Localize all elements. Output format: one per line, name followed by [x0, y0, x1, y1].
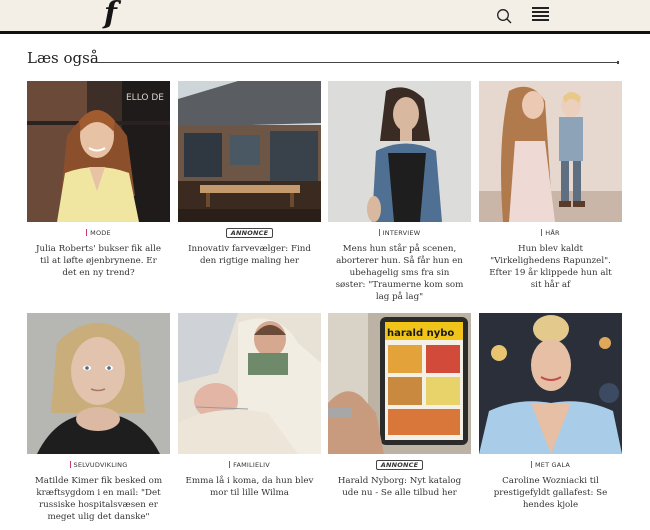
article-headline[interactable]: Harald Nyborg: Nyt katalog ude nu - Se a… — [328, 475, 471, 499]
article-image[interactable] — [27, 313, 170, 454]
article-image[interactable]: harald nybo — [328, 313, 471, 454]
article-card[interactable]: MET GALA Caroline Wozniacki til prestige… — [479, 313, 622, 511]
article-image[interactable]: ELLO DE — [27, 81, 170, 222]
section-title: Læs også — [27, 49, 99, 67]
article-headline[interactable]: Matilde Kimer fik besked om kræftsygdom … — [27, 475, 170, 523]
sponsored-tag: ANNONCE — [328, 460, 471, 470]
article-headline[interactable]: Julia Roberts' bukser fik alle til at lø… — [27, 243, 170, 279]
article-card[interactable]: SELVUDVIKLING Matilde Kimer fik besked o… — [27, 313, 170, 523]
article-tag[interactable]: MODE — [27, 228, 170, 238]
search-icon[interactable] — [495, 7, 513, 25]
article-card[interactable]: INTERVIEW Mens hun står på scenen, abort… — [328, 81, 471, 303]
article-card[interactable]: HÅR Hun blev kaldt "Virkelighedens Rapun… — [479, 81, 622, 291]
article-card[interactable]: ELLO DE MODE Julia Roberts' bukser fik a… — [27, 81, 170, 279]
article-headline[interactable]: Innovativ farvevælger: Find den rigtige … — [178, 243, 321, 267]
site-logo[interactable]: f — [104, 0, 117, 31]
article-tag[interactable]: HÅR — [479, 228, 622, 238]
article-headline[interactable]: Caroline Wozniacki til prestigefyldt gal… — [479, 475, 622, 511]
top-bar: f — [0, 0, 650, 31]
article-card[interactable]: ANNONCE Innovativ farvevælger: Find den … — [178, 81, 321, 267]
catalog-title: harald nybo — [387, 328, 454, 339]
section-rule — [91, 61, 619, 64]
article-headline[interactable]: Mens hun står på scenen, aborterer hun. … — [328, 243, 471, 303]
header-divider — [0, 31, 650, 34]
article-headline[interactable]: Hun blev kaldt "Virkelighedens Rapunzel"… — [479, 243, 622, 291]
article-image[interactable] — [479, 313, 622, 454]
article-tag[interactable]: FAMILIELIV — [178, 460, 321, 470]
article-card[interactable]: harald nybo ANNONCE Harald Nyborg: Nyt k… — [328, 313, 471, 499]
article-image[interactable] — [479, 81, 622, 222]
storefront-sign: ELLO DE — [126, 93, 164, 103]
article-tag[interactable]: INTERVIEW — [328, 228, 471, 238]
article-tag[interactable]: SELVUDVIKLING — [27, 460, 170, 470]
article-image[interactable] — [328, 81, 471, 222]
article-image[interactable] — [178, 313, 321, 454]
article-image[interactable] — [178, 81, 321, 222]
article-card[interactable]: FAMILIELIV Emma lå i koma, da hun blev m… — [178, 313, 321, 499]
article-headline[interactable]: Emma lå i koma, da hun blev mor til lill… — [178, 475, 321, 499]
sponsored-tag: ANNONCE — [178, 228, 321, 238]
article-tag[interactable]: MET GALA — [479, 460, 622, 470]
hamburger-menu-icon[interactable] — [532, 7, 549, 23]
